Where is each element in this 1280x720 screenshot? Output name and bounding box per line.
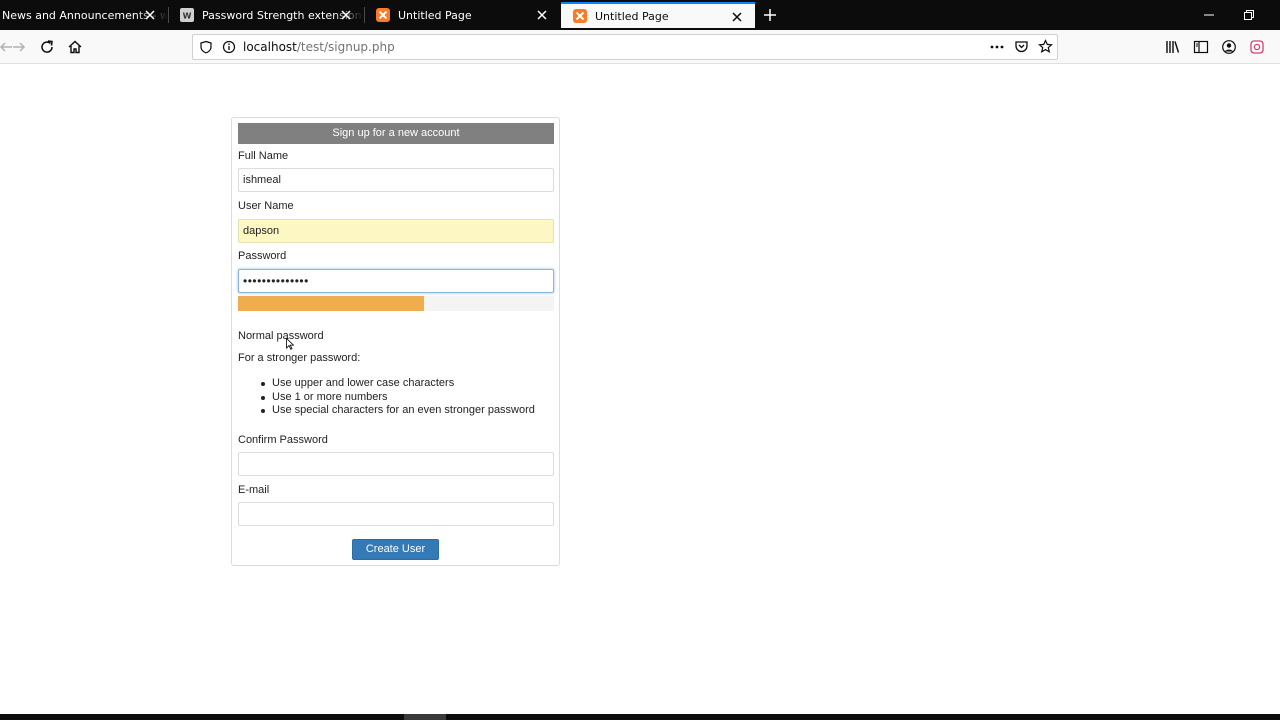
pocket-icon[interactable] (1014, 39, 1029, 54)
email-input[interactable] (238, 502, 554, 526)
password-strength-meter (238, 296, 554, 311)
tab-untitled-1[interactable]: Untitled Page (364, 0, 560, 30)
account-icon[interactable] (1221, 39, 1237, 55)
tab-strip: News and Announcements - w W Password St… (0, 0, 1280, 30)
full-name-input[interactable]: ishmeal (238, 168, 554, 192)
reload-icon[interactable] (39, 39, 55, 55)
extension-icon[interactable] (1249, 39, 1265, 55)
taskbar-indicator (404, 714, 446, 720)
close-tab-icon[interactable] (338, 7, 354, 23)
restore-icon[interactable] (1242, 8, 1256, 22)
form-heading: Sign up for a new account (238, 123, 554, 144)
svg-text:W: W (183, 12, 192, 21)
full-name-label: Full Name (238, 150, 289, 162)
forward-icon[interactable] (11, 39, 27, 55)
email-label: E-mail (238, 484, 270, 496)
library-icon[interactable] (1165, 39, 1181, 55)
create-user-button[interactable]: Create User (352, 539, 439, 560)
password-label: Password (238, 250, 287, 262)
advice-item: Use upper and lower case characters (261, 377, 535, 391)
mouse-cursor-icon (286, 338, 294, 350)
tab-news[interactable]: News and Announcements - w (0, 0, 169, 30)
password-input[interactable]: •••••••••••••• (238, 269, 554, 293)
confirm-password-input[interactable] (238, 452, 554, 476)
password-advice-heading: For a stronger password: (238, 352, 361, 364)
taskbar-edge (0, 714, 1280, 720)
password-strength-label: Normal password (238, 330, 324, 342)
tab-untitled-2-active[interactable]: Untitled Page (561, 2, 755, 28)
close-tab-icon[interactable] (534, 7, 550, 23)
password-strength-fill (238, 296, 425, 311)
user-name-input[interactable]: dapson (238, 219, 554, 243)
advice-item: Use 1 or more numbers (261, 391, 535, 405)
url-host: localhost (243, 40, 297, 54)
url-path: /test/signup.php (296, 40, 395, 54)
advice-item: Use special characters for an even stron… (261, 404, 535, 416)
page-actions-icon[interactable] (989, 40, 1005, 54)
new-tab-icon[interactable] (760, 5, 780, 25)
confirm-password-label: Confirm Password (238, 434, 328, 446)
wordpress-icon: W (180, 8, 194, 22)
sidebar-icon[interactable] (1193, 39, 1209, 55)
bookmark-star-icon[interactable] (1038, 39, 1053, 54)
close-tab-icon[interactable] (142, 7, 158, 23)
home-icon[interactable] (67, 39, 83, 55)
xampp-icon (573, 9, 587, 23)
minimize-icon[interactable] (1202, 8, 1216, 22)
page-content: Sign up for a new account Full Name ishm… (0, 64, 1280, 714)
url-text[interactable]: localhost/test/signup.php (243, 40, 395, 54)
password-advice-list: Use upper and lower case characters Use … (261, 377, 535, 418)
signup-form: Sign up for a new account Full Name ishm… (231, 117, 560, 566)
url-bar[interactable]: localhost/test/signup.php (192, 34, 1058, 60)
navigation-toolbar: localhost/test/signup.php (0, 30, 1280, 64)
tab-password-strength[interactable]: W Password Strength extension re (168, 0, 365, 30)
site-info-icon[interactable] (222, 40, 236, 54)
tracking-shield-icon[interactable] (199, 40, 213, 54)
xampp-icon (376, 8, 390, 22)
close-tab-icon[interactable] (729, 9, 745, 25)
user-name-label: User Name (238, 200, 294, 212)
